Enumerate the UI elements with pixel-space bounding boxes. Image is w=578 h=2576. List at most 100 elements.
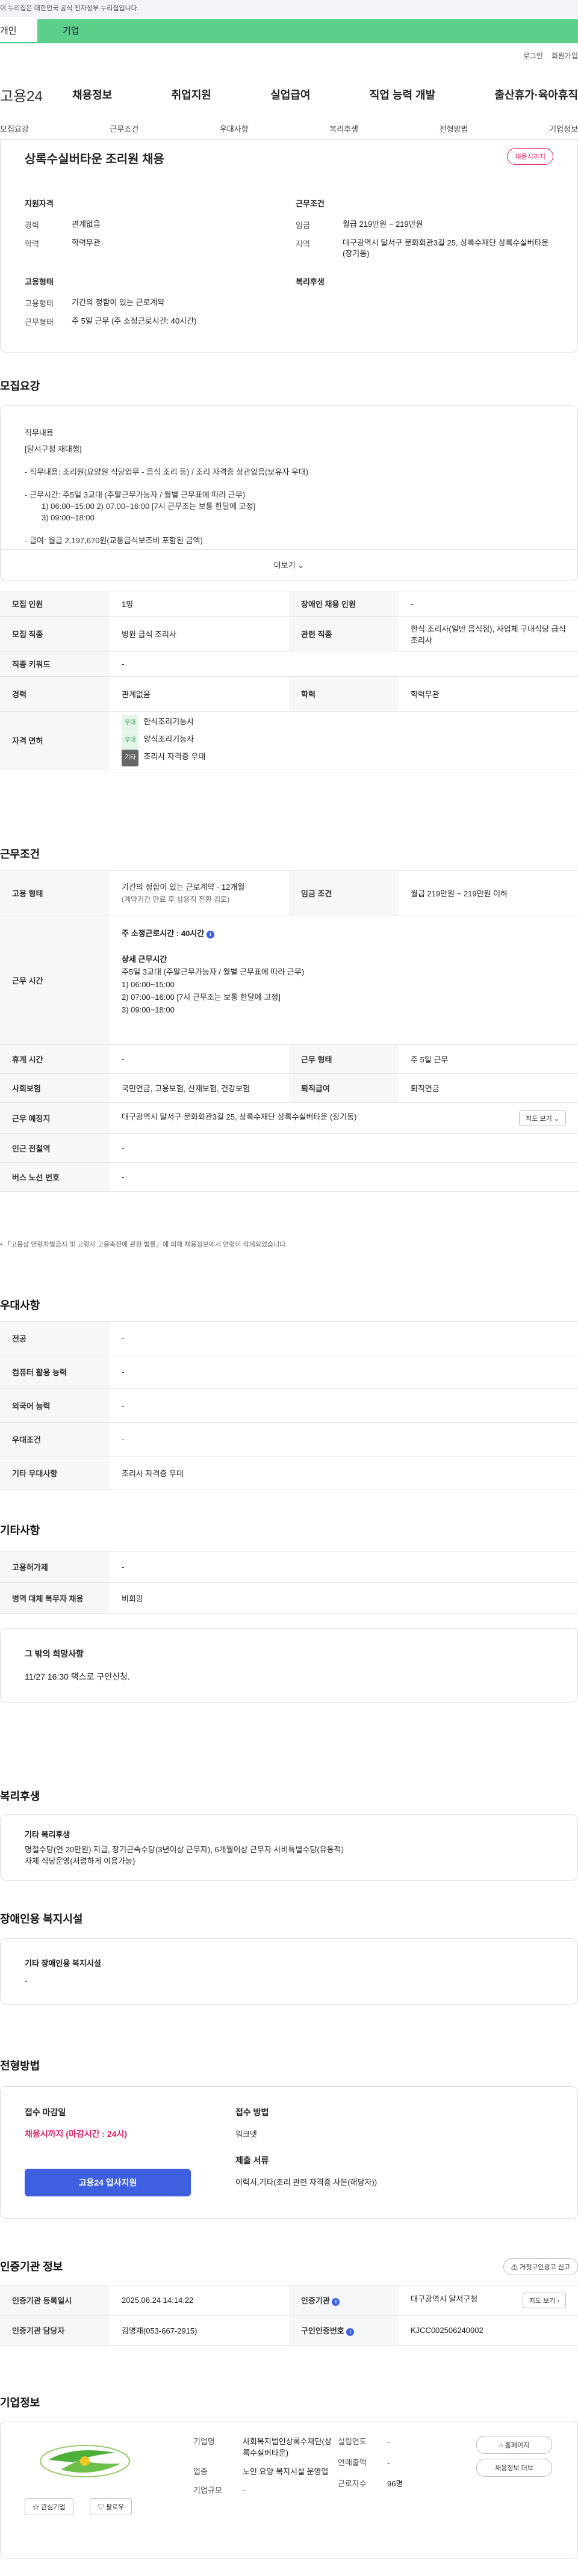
interest-label: 관심기업 (41, 2504, 66, 2511)
info-key: 기업규모 (193, 2486, 222, 2495)
login-link[interactable]: 로그인 (523, 52, 543, 60)
recruit-table: 모집 인원 1명 장애인 채용 인원 - 모집 직종 병원 급식 조리사 관련 직종 한식 … (0, 591, 578, 769)
cell-label: 인근 전철역 (0, 1133, 110, 1163)
signup-link[interactable]: 회원가입 (552, 52, 578, 60)
info-row: 연매출액 - (338, 2457, 446, 2468)
license-name: 한식조리기능사 (143, 717, 194, 726)
cell-label: 모집 직종 (0, 616, 110, 652)
method-value: 워크넷 (235, 2130, 257, 2139)
cell-value: - (110, 1355, 578, 1389)
map-button[interactable]: 지도 보기 ⌄ (519, 1110, 566, 1126)
utility-links: 로그인 회원가입 (515, 51, 578, 61)
request-box: 그 밖의 희망사항 11/27 16:30 택스로 구인신청. (0, 1628, 578, 1702)
job-detail-label: 직무내용 (25, 428, 54, 437)
conditions-heading: 근무조건 (0, 848, 40, 860)
tab-individual[interactable]: 개인 (0, 19, 37, 43)
emp-value: 주 5일 근무 (주 소정근로시간: 40시간) (72, 316, 197, 325)
table-row: 고용 형태 기간의 정함이 있는 근로계약 · 12개월 (계약기간 만료 후 상… (0, 870, 578, 916)
map-label: 지도 보기 (529, 2297, 556, 2305)
label-text: 구인인증번호 (301, 2326, 344, 2335)
tab-company[interactable]: 기업 (37, 19, 578, 43)
emp-list: 고용형태 기간의 정함이 있는 근로계약 근무형태 주 5일 근무 (주 소정근로시… (25, 297, 278, 334)
gnb-item-leave[interactable]: 출산휴가·육아휴직 (495, 87, 578, 102)
follow-button[interactable]: ♡ 팔로우 (90, 2498, 132, 2515)
hours-line: 주5일 3교대 (주말근무가능자 / 월별 근무표에 따라 근무) (122, 967, 305, 976)
job-detail-text: [달서구청 재대행] - 직무내용: 조리원(요양원 식당업무 - 음식 조리 … (25, 443, 542, 546)
cell-label: 우대조건 (0, 1422, 110, 1456)
info-icon[interactable]: i (346, 2328, 355, 2336)
info-row: 업종 노인 요양 복지시설 운영업 (193, 2466, 332, 2477)
subnav-welfare[interactable]: 복리후생 (329, 118, 358, 139)
license-name: 조리사 자격증 우대 (143, 752, 206, 761)
cell-value: - (110, 1044, 289, 1074)
info-icon[interactable]: i (332, 2298, 340, 2306)
deadline-value: 채용시까지 (마감시간 : 24시) (25, 2129, 128, 2139)
cell-value: - (110, 1321, 578, 1355)
more-button[interactable]: 더보기 ⌄ (1, 549, 577, 581)
info-value: - (387, 2458, 390, 2467)
cell-label: 장애인 채용 인원 (289, 591, 399, 617)
license-badge: 기타 (122, 750, 139, 766)
cell-label: 직종 키워드 (0, 651, 110, 677)
gnb-item-benefits[interactable]: 실업급여 (270, 87, 310, 102)
heart-icon: ♡ (98, 2504, 104, 2511)
alert-icon: ⚠ (511, 2264, 518, 2271)
info-key: 연매출액 (338, 2458, 367, 2467)
welfare-heading: 복리후생 (296, 277, 325, 286)
star-icon: ☆ (33, 2504, 39, 2511)
subnav-recruit[interactable]: 모집요강 (0, 118, 29, 139)
info-value: 사회복지법인상록수재단(상록수실버타운) (243, 2437, 332, 2457)
homepage-label: 홈페이지 (505, 2442, 530, 2449)
gov-notice-bar: 이 누리집은 대한민국 공식 전자정부 누리집입니다. (0, 0, 578, 17)
apply-button[interactable]: 고용24 입사지원 (25, 2169, 191, 2196)
subnav-preferences[interactable]: 우대사항 (220, 118, 249, 139)
subnav-company[interactable]: 기업정보 (549, 118, 578, 139)
place-text: 대구광역시 달서구 문화회관3길 25, 상록수재단 상록수실버타운 (장기동) (122, 1112, 357, 1121)
site-logo[interactable]: 고용24 (0, 84, 43, 105)
gnb-item-training[interactable]: 직업 능력 개발 (370, 87, 435, 102)
company-logo-image (40, 2445, 130, 2477)
global-nav: 채용정보 취업지원 실업급여 직업 능력 개발 출산휴가·육아휴직 (72, 87, 578, 102)
cell-label: 구인인증번호 i (289, 2315, 399, 2346)
company-jobs-button[interactable]: 채용정보 더보 (476, 2459, 552, 2477)
cell-label: 병역 대체 복무자 채용 (0, 1582, 110, 1614)
cell-label: 경력 (0, 676, 110, 712)
selection-heading: 전형방법 (0, 2060, 40, 2072)
gnb-item-support[interactable]: 취업지원 (172, 87, 211, 102)
subnav-conditions[interactable]: 근무조건 (110, 118, 138, 139)
info-icon[interactable]: i (206, 931, 214, 938)
subnav-selection[interactable]: 전형방법 (440, 118, 468, 139)
emp-row: 근무형태 주 5일 근무 (주 소정근로시간: 40시간) (25, 316, 278, 327)
emp-type-note: (계약기간 만료 후 상용직 전환 검토) (122, 895, 230, 904)
welfare-title: 기타 복리후생 (25, 1830, 70, 1839)
qual-key: 학력 (25, 239, 39, 248)
request-title: 그 밖의 희망사항 (25, 1649, 84, 1659)
gnb-item-jobs[interactable]: 채용정보 (72, 87, 112, 102)
cell-value: 월급 219만원 ~ 219만원 이하 (399, 870, 578, 916)
preferences-heading: 우대사항 (0, 1299, 40, 1311)
detail-line: - 직무내용: 조리원(요양원 식당업무 - 음식 조리 등) / 조리 자격증… (25, 467, 309, 476)
chevron-down-icon: ⌄ (553, 1115, 559, 1123)
company-right-info: 설립연도 - 연매출액 - 근로자수 96명 (338, 2436, 446, 2489)
report-button[interactable]: ⚠ 거짓구인광고 신고 (503, 2258, 578, 2275)
info-value: - (387, 2437, 390, 2446)
homepage-button[interactable]: ⌂ 홈페이지 (476, 2436, 552, 2454)
info-row: 기업명 사회복지법인상록수재단(상록수실버타운) (193, 2436, 332, 2459)
table-row: 경력 관계없음 학력 학력무관 (0, 676, 578, 712)
license-item: 우대 양식조리기능사 (122, 732, 566, 749)
cell-label: 외국어 능력 (0, 1388, 110, 1423)
license-item: 기타 조리사 자격증 우대 (122, 749, 566, 766)
map-button-label: 지도 보기 (526, 1115, 552, 1123)
disabled-heading: 장애인용 복지시설 (0, 1913, 83, 1925)
agency-map-button[interactable]: 지도 보기 › (522, 2292, 566, 2308)
cell-label: 자격 면허 (0, 711, 110, 769)
detail-line: 3) 09:00~18:00 (42, 513, 95, 522)
welfare-line: 자체 식당운영(저렴하게 이용가능) (25, 1857, 135, 1866)
cell-label: 고용허가제 (0, 1551, 110, 1583)
table-row: 버스 노선 번호 - (0, 1162, 578, 1192)
docs-value: 이력서,기타(조리 관련 자격증 사본(해당자)) (235, 2178, 378, 2187)
cell-value: KJCC002506240002 (399, 2315, 578, 2346)
interest-button[interactable]: ☆ 관심기업 (25, 2498, 73, 2515)
preferences-table: 전공 - 컴퓨터 활용 능력 - 외국어 능력 - 우대조건 - 기타 우대사항 조리사 … (0, 1321, 578, 1490)
cell-value: 1명 (110, 591, 289, 617)
